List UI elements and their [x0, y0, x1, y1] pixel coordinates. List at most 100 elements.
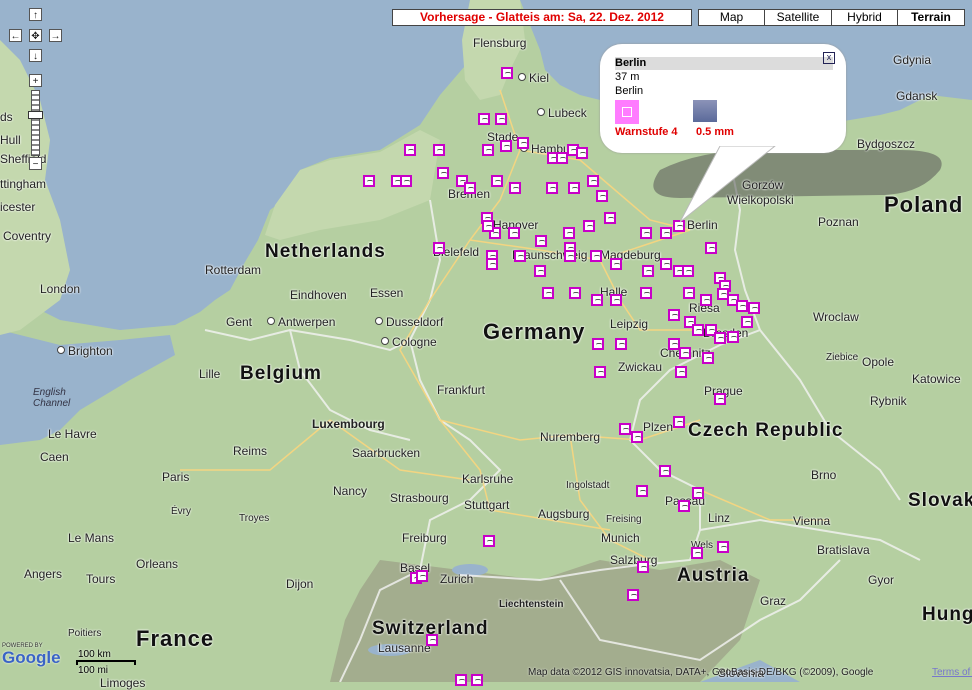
ice-warning-marker-icon[interactable]	[615, 338, 627, 350]
ice-warning-marker-icon[interactable]	[478, 113, 490, 125]
ice-warning-marker-icon[interactable]	[590, 250, 602, 262]
pan-up-button[interactable]: ↑	[29, 8, 42, 21]
ice-warning-marker-icon[interactable]	[426, 634, 438, 646]
ice-warning-marker-icon[interactable]	[587, 175, 599, 187]
map-label-rotterdam: Rotterdam	[205, 263, 261, 277]
ice-warning-marker-icon[interactable]	[640, 227, 652, 239]
ice-warning-marker-icon[interactable]	[691, 547, 703, 559]
map-label-text: Karlsruhe	[462, 472, 514, 486]
ice-warning-marker-icon[interactable]	[542, 287, 554, 299]
ice-warning-marker-icon[interactable]	[583, 220, 595, 232]
city-dot-icon	[537, 108, 545, 116]
map-type-terrain-button[interactable]: Terrain	[897, 9, 965, 26]
ice-warning-marker-icon[interactable]	[455, 674, 467, 686]
ice-warning-marker-icon[interactable]	[610, 294, 622, 306]
ice-warning-marker-icon[interactable]	[640, 287, 652, 299]
ice-warning-marker-icon[interactable]	[437, 167, 449, 179]
ice-warning-marker-icon[interactable]	[416, 570, 428, 582]
ice-warning-marker-icon[interactable]	[636, 485, 648, 497]
ice-warning-marker-icon[interactable]	[592, 338, 604, 350]
ice-warning-marker-icon[interactable]	[642, 265, 654, 277]
ice-warning-marker-icon[interactable]	[546, 182, 558, 194]
google-logo[interactable]: POWERED BY Google	[2, 643, 68, 675]
ice-warning-marker-icon[interactable]	[568, 182, 580, 194]
ice-warning-marker-icon[interactable]	[741, 316, 753, 328]
ice-warning-marker-icon[interactable]	[483, 535, 495, 547]
ice-warning-marker-icon[interactable]	[404, 144, 416, 156]
ice-warning-marker-icon[interactable]	[673, 416, 685, 428]
ice-warning-marker-icon[interactable]	[594, 366, 606, 378]
map-label-text: Rybnik	[870, 394, 907, 408]
ice-warning-marker-icon[interactable]	[692, 324, 704, 336]
ice-warning-marker-icon[interactable]	[535, 235, 547, 247]
ice-warning-marker-icon[interactable]	[604, 212, 616, 224]
ice-warning-marker-icon[interactable]	[591, 294, 603, 306]
ice-warning-marker-icon[interactable]	[717, 541, 729, 553]
ice-warning-marker-icon[interactable]	[508, 227, 520, 239]
ice-warning-marker-icon[interactable]	[596, 190, 608, 202]
ice-warning-marker-icon[interactable]	[700, 294, 712, 306]
ice-warning-marker-icon[interactable]	[692, 487, 704, 499]
ice-warning-marker-icon[interactable]	[705, 242, 717, 254]
ice-warning-marker-icon[interactable]	[482, 220, 494, 232]
ice-warning-marker-icon[interactable]	[491, 175, 503, 187]
ice-warning-marker-icon[interactable]	[482, 144, 494, 156]
ice-warning-marker-icon[interactable]	[702, 352, 714, 364]
map-label-text: London	[40, 282, 81, 296]
zoom-slider-track[interactable]	[31, 90, 40, 156]
map-type-hybrid-button[interactable]: Hybrid	[831, 9, 898, 26]
ice-warning-marker-icon[interactable]	[534, 265, 546, 277]
ice-warning-marker-icon[interactable]	[509, 182, 521, 194]
ice-warning-marker-icon[interactable]	[637, 561, 649, 573]
ice-warning-marker-icon[interactable]	[631, 431, 643, 443]
ice-warning-marker-icon[interactable]	[433, 144, 445, 156]
map-label-le-mans: Le Mans	[68, 531, 114, 545]
pan-left-button[interactable]: ←	[9, 29, 22, 42]
pan-down-button[interactable]: ↓	[29, 49, 42, 62]
map-type-map-button[interactable]: Map	[698, 9, 765, 26]
pan-right-button[interactable]: →	[49, 29, 62, 42]
ice-warning-marker-icon[interactable]	[727, 331, 739, 343]
ice-warning-marker-icon[interactable]	[678, 500, 690, 512]
pan-center-button[interactable]: ✥	[29, 29, 42, 42]
ice-warning-marker-icon[interactable]	[668, 309, 680, 321]
ice-warning-marker-icon[interactable]	[500, 140, 512, 152]
ice-warning-marker-icon[interactable]	[363, 175, 375, 187]
ice-warning-marker-icon[interactable]	[660, 227, 672, 239]
ice-warning-marker-icon[interactable]	[675, 366, 687, 378]
close-icon[interactable]: x	[823, 52, 835, 64]
ice-warning-marker-icon[interactable]	[400, 175, 412, 187]
ice-warning-marker-icon[interactable]	[736, 300, 748, 312]
ice-warning-marker-icon[interactable]	[627, 589, 639, 601]
map-label-text: Cologne	[392, 335, 437, 349]
ice-warning-marker-icon[interactable]	[679, 347, 691, 359]
ice-warning-marker-icon[interactable]	[517, 137, 529, 149]
ice-warning-marker-icon[interactable]	[714, 332, 726, 344]
ice-warning-marker-icon[interactable]	[714, 393, 726, 405]
ice-warning-marker-icon[interactable]	[486, 258, 498, 270]
ice-warning-marker-icon[interactable]	[464, 182, 476, 194]
map-type-satellite-button[interactable]: Satellite	[764, 9, 832, 26]
ice-warning-marker-icon[interactable]	[682, 265, 694, 277]
ice-warning-marker-icon[interactable]	[495, 113, 507, 125]
terms-of-use-link[interactable]: Terms of Use	[932, 667, 972, 678]
ice-warning-marker-icon[interactable]	[619, 423, 631, 435]
ice-warning-marker-icon[interactable]	[563, 227, 575, 239]
ice-warning-marker-icon[interactable]	[501, 67, 513, 79]
ice-warning-marker-icon[interactable]	[683, 287, 695, 299]
map-label-hungary: Hung	[922, 604, 972, 626]
ice-warning-marker-icon[interactable]	[564, 250, 576, 262]
ice-warning-marker-icon[interactable]	[748, 302, 760, 314]
zoom-in-button[interactable]: +	[29, 74, 42, 87]
ice-warning-marker-icon[interactable]	[514, 250, 526, 262]
ice-warning-marker-icon[interactable]	[660, 258, 672, 270]
ice-warning-marker-icon[interactable]	[433, 242, 445, 254]
ice-warning-marker-icon[interactable]	[576, 147, 588, 159]
map-label-text: Nuremberg	[540, 430, 601, 444]
ice-warning-marker-icon[interactable]	[659, 465, 671, 477]
ice-warning-marker-icon[interactable]	[471, 674, 483, 686]
zoom-slider-handle[interactable]	[28, 111, 43, 119]
ice-warning-marker-icon[interactable]	[569, 287, 581, 299]
zoom-out-button[interactable]: −	[29, 157, 42, 170]
ice-warning-marker-icon[interactable]	[610, 258, 622, 270]
